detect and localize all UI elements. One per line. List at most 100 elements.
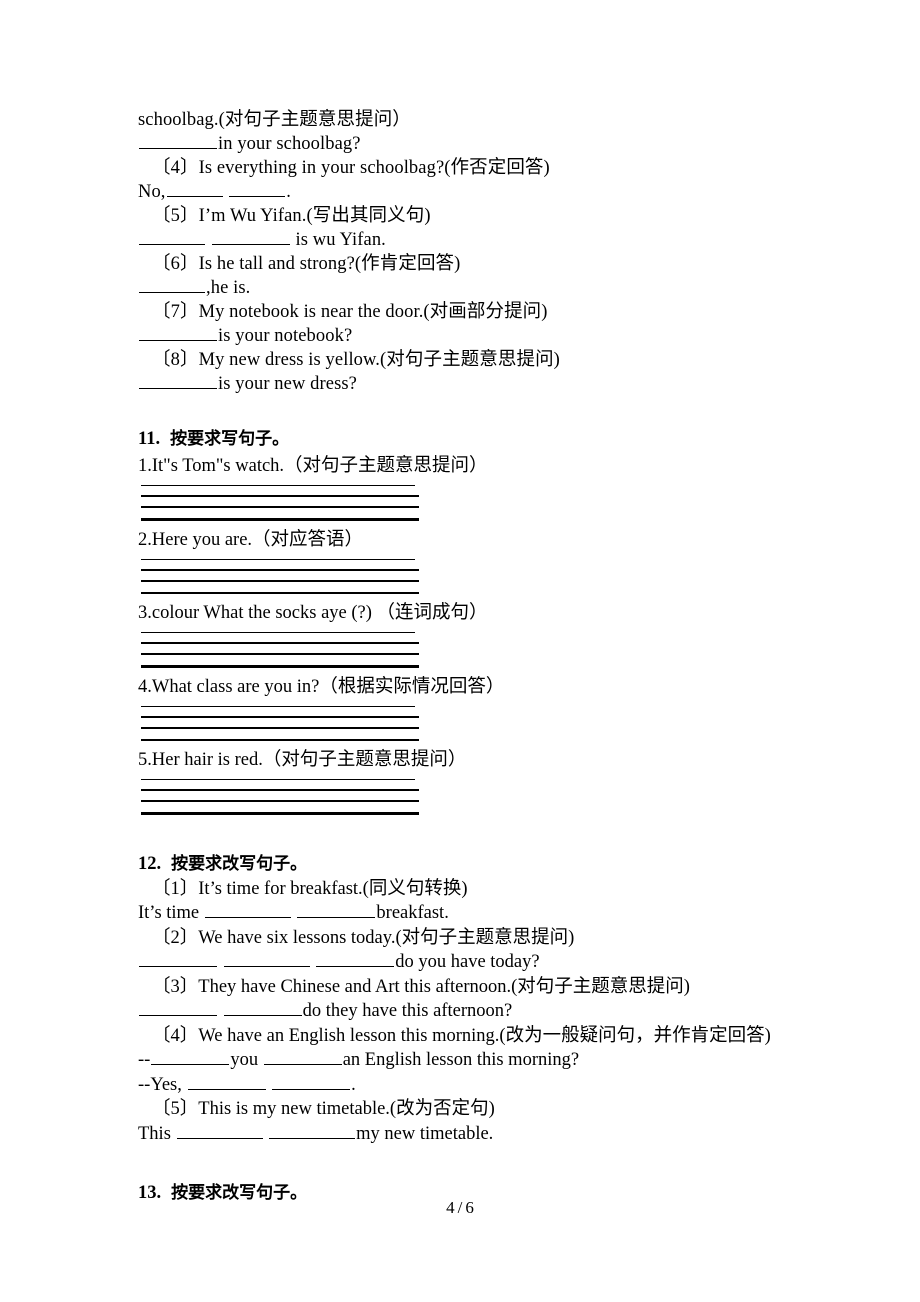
- answer-rule[interactable]: [141, 705, 415, 707]
- answer-blank[interactable]: [139, 229, 205, 245]
- answer-blank[interactable]: [316, 951, 395, 968]
- question-text: They have Chinese and Art this afternoon…: [198, 976, 690, 997]
- answer-suffix: my new timetable.: [356, 1123, 494, 1144]
- answer-suffix: do you have today?: [395, 952, 540, 973]
- answer-prefix: No,: [138, 182, 166, 202]
- answer-blank[interactable]: [139, 325, 217, 341]
- question-text: 5.Her hair is red.（对句子主题意思提问）: [138, 750, 467, 771]
- question-marker: 〔3〕: [152, 976, 199, 997]
- s12-item-2-prompt: 〔2〕We have six lessons today.(对句子主题意思提问): [138, 926, 800, 951]
- answer-blank[interactable]: [229, 181, 286, 197]
- answer-blank[interactable]: [223, 1000, 302, 1017]
- question-item-7-answer: is your notebook?: [138, 324, 800, 348]
- s11-question-4: 4.What class are you in?（根据实际情况回答）: [138, 675, 800, 700]
- answer-prefix: --Yes,: [138, 1074, 182, 1095]
- answer-blank[interactable]: [272, 1074, 351, 1090]
- section-11: 11. 按要求写句子。 1.It"s Tom"s watch.（对句子主题意思提问…: [138, 426, 800, 815]
- answer-rule[interactable]: [141, 506, 419, 508]
- answer-prefix: This: [138, 1123, 171, 1144]
- question-marker: 〔5〕: [152, 206, 199, 226]
- answer-rule[interactable]: [141, 632, 415, 634]
- carryover-answer-line: in your schoolbag?: [138, 132, 800, 156]
- answer-blank[interactable]: [166, 181, 223, 197]
- answer-rule[interactable]: [141, 591, 419, 595]
- answer-blank[interactable]: [176, 1123, 263, 1139]
- answer-rule[interactable]: [141, 558, 415, 560]
- question-text: Is everything in your schoolbag?(作否定回答): [198, 158, 550, 178]
- answer-rule[interactable]: [141, 568, 419, 571]
- answer-rule[interactable]: [141, 715, 419, 718]
- s12-item-4-prompt: 〔4〕We have an English lesson this mornin…: [138, 1024, 800, 1049]
- top-section: schoolbag.(对句子主题意思提问） in your schoolbag?…: [138, 108, 800, 396]
- question-text: 2.Here you are.（对应答语）: [138, 529, 364, 550]
- question-item-5-answer: is wu Yifan.: [138, 228, 800, 252]
- answer-blank[interactable]: [223, 951, 310, 968]
- answer-suffix: is wu Yifan.: [295, 230, 386, 250]
- s11-question-2: 2.Here you are.（对应答语）: [138, 528, 800, 553]
- answer-rule[interactable]: [141, 665, 419, 668]
- page-footer: 4/6: [0, 1198, 920, 1218]
- answer-rule[interactable]: [141, 779, 415, 781]
- section-title: 按要求改写句子。: [171, 853, 308, 874]
- answer-blank[interactable]: [139, 133, 217, 149]
- worksheet-page: schoolbag.(对句子主题意思提问） in your schoolbag?…: [0, 0, 920, 1302]
- answer-blank[interactable]: [263, 1049, 342, 1066]
- question-item-7-prompt: 〔7〕My notebook is near the door.(对画部分提问): [138, 300, 800, 324]
- section-11-heading: 11. 按要求写句子。: [138, 426, 800, 452]
- answer-rule[interactable]: [141, 812, 419, 815]
- answer-suffix: .: [351, 1074, 356, 1095]
- answer-rule-group[interactable]: [141, 558, 419, 595]
- answer-rule[interactable]: [141, 789, 419, 792]
- question-item-4-prompt: 〔4〕Is everything in your schoolbag?(作否定回…: [138, 156, 800, 180]
- question-marker: 〔8〕: [152, 350, 199, 370]
- answer-suffix: ,he is.: [206, 278, 251, 298]
- question-item-6-answer: ,he is.: [138, 276, 800, 300]
- answer-blank[interactable]: [204, 902, 291, 919]
- answer-suffix: do they have this afternoon?: [302, 1001, 513, 1022]
- question-text: My new dress is yellow.(对句子主题意思提问): [198, 350, 560, 370]
- answer-blank[interactable]: [139, 951, 217, 968]
- answer-rule[interactable]: [141, 579, 419, 582]
- answer-prefix: It’s time: [138, 903, 200, 924]
- question-text: 4.What class are you in?（根据实际情况回答）: [138, 676, 505, 697]
- question-marker: 〔4〕: [152, 158, 199, 178]
- answer-rule[interactable]: [141, 495, 419, 497]
- question-marker: 〔4〕: [152, 1025, 199, 1046]
- answer-blank[interactable]: [151, 1049, 230, 1066]
- s12-item-3-prompt: 〔3〕They have Chinese and Art this aftern…: [138, 975, 800, 1000]
- question-marker: 〔6〕: [152, 254, 199, 274]
- answer-blank[interactable]: [269, 1123, 356, 1139]
- answer-middle: you: [230, 1050, 259, 1071]
- question-marker: 〔7〕: [152, 302, 199, 322]
- s12-item-4-answer-line-1: -- you an English lesson this morning?: [138, 1048, 800, 1073]
- answer-blank[interactable]: [211, 229, 290, 245]
- answer-rule[interactable]: [141, 642, 419, 645]
- carryover-prompt-text: schoolbag.(对句子主题意思提问）: [138, 110, 411, 130]
- s11-question-1: 1.It"s Tom"s watch.（对句子主题意思提问）: [138, 454, 800, 479]
- answer-suffix: breakfast.: [376, 903, 449, 924]
- answer-rule-group[interactable]: [141, 632, 419, 668]
- s11-question-5: 5.Her hair is red.（对句子主题意思提问）: [138, 748, 800, 773]
- question-item-8-prompt: 〔8〕My new dress is yellow.(对句子主题意思提问): [138, 348, 800, 372]
- answer-blank[interactable]: [139, 373, 217, 389]
- s12-item-3-answer: do they have this afternoon?: [138, 999, 800, 1024]
- answer-suffix: is your new dress?: [218, 374, 357, 394]
- section-12-heading: 12. 按要求改写句子。: [138, 851, 800, 877]
- answer-rule[interactable]: [141, 518, 419, 521]
- answer-rule[interactable]: [141, 738, 419, 742]
- answer-rule[interactable]: [141, 653, 419, 656]
- answer-rule-group[interactable]: [141, 485, 419, 521]
- question-text: This is my new timetable.(改为否定句): [198, 1099, 495, 1120]
- answer-rule[interactable]: [141, 800, 419, 803]
- s11-question-3: 3.colour What the socks aye (?) （连词成句）: [138, 601, 800, 626]
- answer-rule-group[interactable]: [141, 779, 419, 815]
- answer-rule[interactable]: [141, 726, 419, 729]
- answer-blank[interactable]: [297, 902, 376, 919]
- s12-item-5-prompt: 〔5〕This is my new timetable.(改为否定句): [138, 1097, 800, 1122]
- answer-blank[interactable]: [139, 1000, 217, 1017]
- answer-blank[interactable]: [139, 277, 205, 293]
- question-item-8-answer: is your new dress?: [138, 372, 800, 396]
- answer-rule-group[interactable]: [141, 705, 419, 742]
- answer-rule[interactable]: [141, 485, 415, 486]
- answer-blank[interactable]: [187, 1074, 266, 1090]
